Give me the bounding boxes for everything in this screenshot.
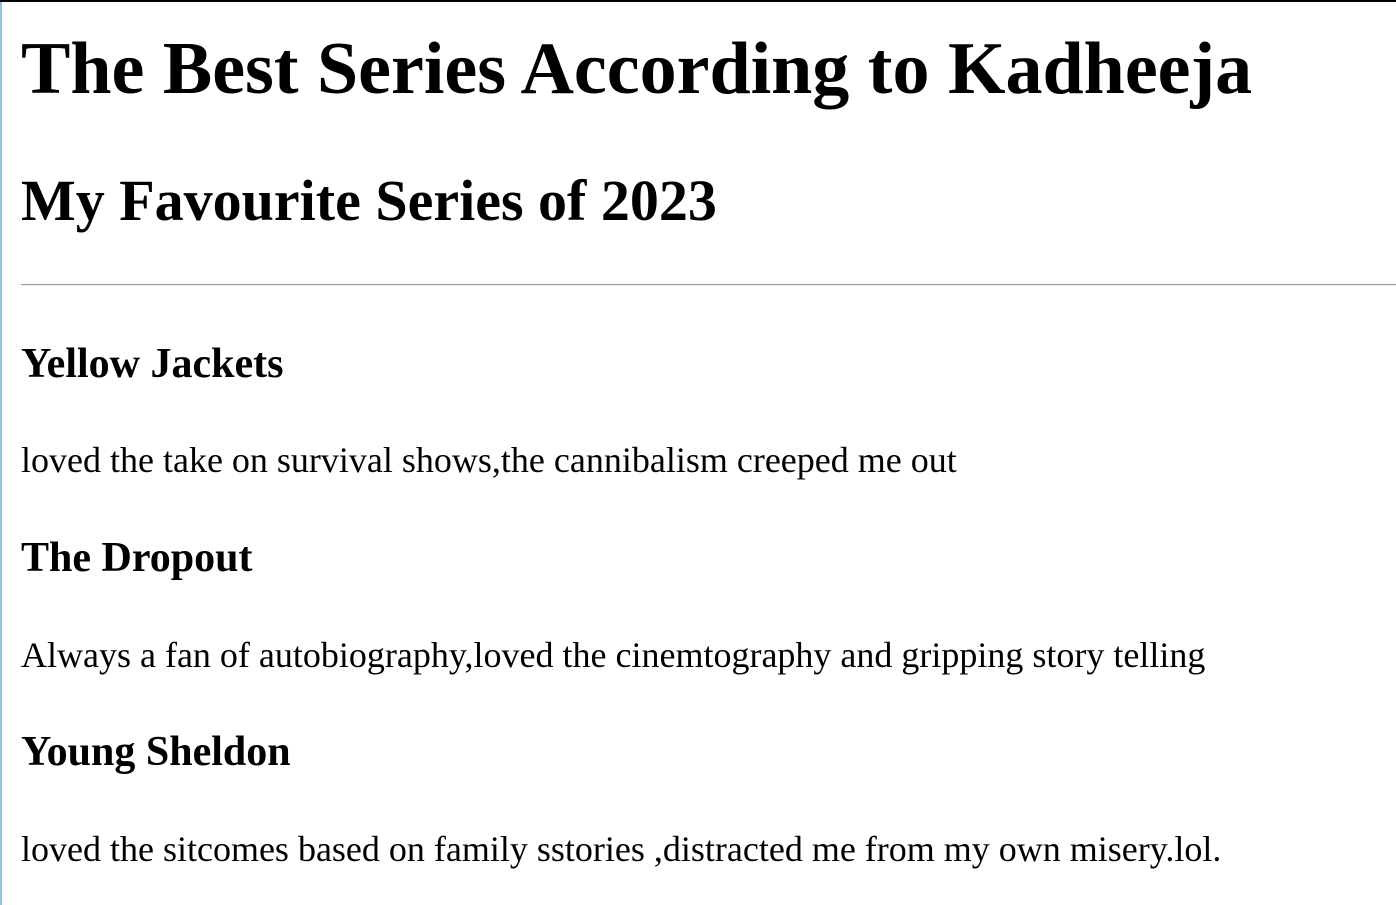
viewport-top-border [0, 0, 1396, 2]
section-divider [21, 284, 1396, 286]
series-title: The Dropout [21, 535, 253, 581]
page-title: The Best Series According to Kadheeja [21, 28, 1253, 110]
series-title: Young Sheldon [21, 729, 291, 775]
page-subtitle: My Favourite Series of 2023 [21, 168, 717, 233]
series-review: Always a fan of autobiography,loved the … [21, 635, 1206, 675]
viewport-left-edge [0, 2, 2, 905]
series-review: loved the take on survival shows,the can… [21, 440, 957, 480]
series-review: loved the sitcomes based on family sstor… [21, 829, 1222, 869]
series-title: Yellow Jackets [21, 341, 284, 387]
